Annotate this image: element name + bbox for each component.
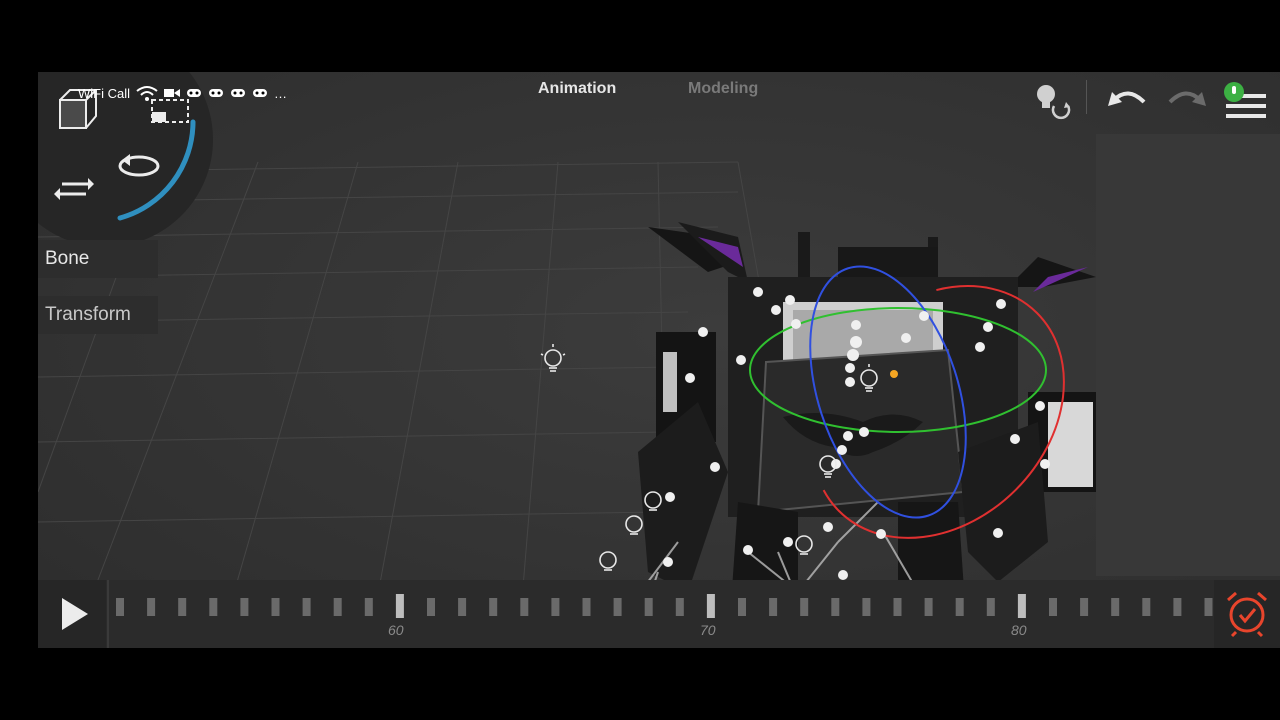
timeline-tick	[1204, 598, 1213, 616]
more-notifications-indicator: …	[274, 85, 287, 101]
play-icon	[62, 598, 88, 630]
frame-label: 70	[700, 622, 716, 638]
game-icon	[209, 89, 223, 97]
toolbar-divider	[1086, 80, 1087, 114]
timeline-tick	[458, 598, 467, 616]
timeline-tick	[644, 598, 653, 616]
timeline-tick	[489, 598, 498, 616]
timeline-tick	[769, 598, 778, 616]
timeline-tick	[395, 594, 404, 618]
timeline-tick	[1173, 598, 1182, 616]
timeline-tick	[613, 598, 622, 616]
timeline-tick	[116, 598, 124, 616]
timeline-tick	[706, 594, 715, 618]
frame-label: 80	[1011, 622, 1027, 638]
timeline-tick	[675, 598, 684, 616]
timeline-tick	[1080, 598, 1089, 616]
tab-modeling[interactable]: Modeling	[688, 78, 838, 110]
tab-animation[interactable]: Animation	[538, 78, 688, 110]
timeline-tick	[1049, 598, 1057, 616]
redo-icon[interactable]	[1164, 80, 1210, 120]
timeline-tick	[582, 598, 591, 616]
timeline-bar[interactable]: 60 70 80	[38, 580, 1280, 648]
timeline-tick	[520, 598, 529, 616]
game-icon	[253, 89, 267, 97]
bone-button[interactable]: Bone	[38, 240, 158, 278]
frame-label: 60	[388, 622, 404, 638]
wifi-call-label: WiFi Call	[78, 85, 130, 101]
timeline-tick	[240, 598, 249, 616]
game-icon	[187, 89, 201, 97]
swap-direction-icon[interactable]	[54, 174, 94, 204]
transform-button[interactable]: Transform	[38, 296, 158, 334]
timeline-tick	[551, 598, 560, 616]
timeline-tick	[862, 598, 871, 616]
status-bar: WiFi Call …	[78, 84, 287, 102]
game-icon	[231, 89, 245, 97]
wifi-icon	[136, 86, 158, 101]
timeline-tick	[1111, 598, 1120, 616]
menu-icon[interactable]	[1222, 80, 1270, 120]
timeline-tick	[427, 598, 435, 616]
timeline-tick	[333, 598, 342, 616]
play-button[interactable]	[38, 580, 106, 648]
alarm-clock-icon	[1227, 591, 1267, 638]
timeline-ticks[interactable]	[38, 580, 1280, 648]
auto-key-button[interactable]	[1214, 580, 1280, 648]
timeline-tick	[271, 598, 280, 616]
timeline-tick	[147, 598, 156, 616]
light-toggle-icon[interactable]	[1032, 80, 1072, 120]
rotate-view-icon[interactable]	[116, 150, 162, 182]
timeline-tick	[302, 598, 311, 616]
timeline-tick	[831, 598, 840, 616]
timeline-tick	[924, 598, 933, 616]
undo-icon[interactable]	[1104, 80, 1150, 120]
timeline-tick	[178, 598, 187, 616]
video-icon	[164, 89, 180, 97]
timeline-tick	[986, 598, 995, 616]
timeline-tick	[893, 598, 902, 616]
timeline-tick	[738, 598, 746, 616]
inspector-panel	[1096, 134, 1280, 576]
viewport-3d[interactable]	[38, 72, 1280, 648]
timeline-tick	[1017, 594, 1026, 618]
timeline-tick	[955, 598, 964, 616]
timeline-tick	[209, 598, 218, 616]
mode-tabs: Animation Modeling	[538, 78, 838, 110]
timeline-tick	[800, 598, 809, 616]
timeline-tick	[1142, 598, 1151, 616]
app-window: WiFi Call … Animation Modeling Bone Tran…	[38, 72, 1280, 648]
timeline-tick	[364, 598, 373, 616]
